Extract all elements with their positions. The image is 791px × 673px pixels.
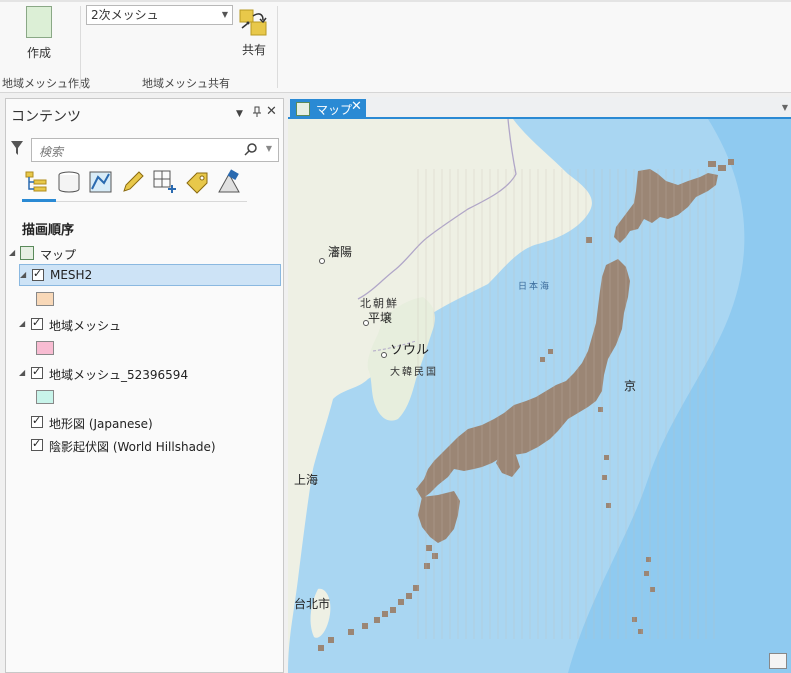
ribbon-top-border xyxy=(0,0,791,2)
map-view: マップ ✕ ▼ 瀋陽 北朝鮮 平壌 ソウル 大韓民国 日本海 上海 台北市 京 xyxy=(288,97,791,673)
label-seoul: ソウル xyxy=(390,343,430,358)
symbol-swatch[interactable] xyxy=(36,341,54,355)
create-mesh-icon xyxy=(26,6,52,38)
layer-label: MESH2 xyxy=(50,268,93,282)
layer-label: 地域メッシュ xyxy=(49,319,122,333)
pane-menu-icon[interactable]: ▼ xyxy=(236,109,243,119)
layer-row-hillshade[interactable]: 陰影起伏図 (World Hillshade) xyxy=(19,435,281,457)
layer-label: 地域メッシュ_52396594 xyxy=(49,368,189,382)
tab-map[interactable]: マップ ✕ xyxy=(290,99,366,119)
list-by-labeling-icon[interactable] xyxy=(184,169,210,197)
layer-visibility-checkbox[interactable] xyxy=(31,316,43,330)
layer-visibility-checkbox[interactable] xyxy=(31,414,43,428)
attribution-icon[interactable] xyxy=(769,653,787,669)
active-tool-indicator xyxy=(22,199,56,202)
map-canvas[interactable]: 瀋陽 北朝鮮 平壌 ソウル 大韓民国 日本海 上海 台北市 京 xyxy=(288,119,791,673)
map-node-label: マップ xyxy=(40,248,77,262)
list-by-snapping-icon[interactable] xyxy=(152,169,178,197)
label-shanghai: 上海 xyxy=(294,473,319,487)
share-icon xyxy=(239,4,269,36)
group-label-share: 地域メッシュ共有 xyxy=(142,77,230,90)
list-by-source-icon[interactable] xyxy=(56,169,82,197)
layer-row-chiiki-mesh-52396594[interactable]: ◢ 地域メッシュ_52396594 xyxy=(19,363,281,385)
layer-row-chiiki-mesh[interactable]: ◢ 地域メッシュ xyxy=(19,314,281,336)
filter-icon[interactable] xyxy=(10,140,24,159)
layer-visibility-checkbox[interactable] xyxy=(31,365,43,379)
list-by-selection-icon[interactable] xyxy=(88,169,114,197)
share-label: 共有 xyxy=(241,43,266,57)
contents-pane: コンテンツ ▼ ✕ 検索 ▼ 描画順序 ◢ マップ ◢ ✓ MESH2 ◢ ✓ … xyxy=(5,98,284,673)
label-tokyo-partial: 京 xyxy=(624,379,637,393)
label-south-korea: 大韓民国 xyxy=(390,367,438,378)
layer-label: 陰影起伏図 (World Hillshade) xyxy=(49,440,216,454)
layer-row-mesh2[interactable]: ◢ MESH2 xyxy=(19,264,281,286)
collapse-icon[interactable]: ◢ xyxy=(9,248,15,257)
chevron-down-icon[interactable]: ▼ xyxy=(266,144,272,153)
map-svg xyxy=(288,119,791,673)
tab-map-label: マップ xyxy=(316,103,353,117)
drawing-order-heading: 描画順序 xyxy=(22,223,75,238)
map-icon xyxy=(20,246,34,260)
chevron-down-icon: ▼ xyxy=(221,10,228,19)
map-tab-bar: マップ ✕ ▼ xyxy=(288,97,791,119)
map-node[interactable]: ◢ マップ xyxy=(6,242,276,264)
layer-visibility-checkbox[interactable] xyxy=(31,437,43,451)
list-by-perspective-icon[interactable] xyxy=(216,169,242,197)
group-label-create: 地域メッシュ作成 xyxy=(2,77,90,90)
mesh-level-value: 2次メッシュ xyxy=(91,8,159,22)
city-dot xyxy=(381,352,387,358)
create-mesh-button[interactable]: 作成 xyxy=(10,6,68,62)
layer-visibility-checkbox[interactable] xyxy=(32,267,44,281)
map-icon xyxy=(296,102,310,116)
label-taipei: 台北市 xyxy=(294,597,331,611)
collapse-icon[interactable]: ◢ xyxy=(20,270,26,279)
group-separator xyxy=(80,6,81,88)
collapse-icon[interactable]: ◢ xyxy=(19,368,25,377)
close-icon[interactable]: ✕ xyxy=(351,99,362,114)
list-by-drawing-order-icon[interactable] xyxy=(24,169,50,197)
create-mesh-label: 作成 xyxy=(26,46,51,60)
layer-label: 地形図 (Japanese) xyxy=(49,417,153,431)
list-by-editing-icon[interactable] xyxy=(120,169,146,197)
symbol-swatch[interactable] xyxy=(36,390,54,404)
city-dot xyxy=(319,258,325,264)
ribbon: 作成 地域メッシュ作成 2次メッシュ ▼ 共有 地域メッシュ共有 xyxy=(0,0,791,93)
symbol-swatch[interactable] xyxy=(36,292,54,306)
chevron-down-icon[interactable]: ▼ xyxy=(782,103,788,112)
label-pyongyang: 平壌 xyxy=(368,311,393,325)
search-placeholder: 検索 xyxy=(39,145,64,159)
label-shenyang: 瀋陽 xyxy=(328,245,353,259)
pin-icon[interactable] xyxy=(252,106,262,121)
search-input[interactable]: 検索 ▼ xyxy=(31,138,279,162)
label-sea-of-japan: 日本海 xyxy=(518,282,552,292)
search-icon[interactable] xyxy=(244,143,258,160)
contents-pane-title: コンテンツ xyxy=(11,109,81,125)
mesh-level-select[interactable]: 2次メッシュ ▼ xyxy=(86,5,233,25)
close-icon[interactable]: ✕ xyxy=(266,104,277,119)
share-button[interactable]: 共有 xyxy=(238,4,270,60)
layer-row-topographic[interactable]: 地形図 (Japanese) xyxy=(19,412,281,434)
group-separator xyxy=(277,6,278,88)
collapse-icon[interactable]: ◢ xyxy=(19,319,25,328)
